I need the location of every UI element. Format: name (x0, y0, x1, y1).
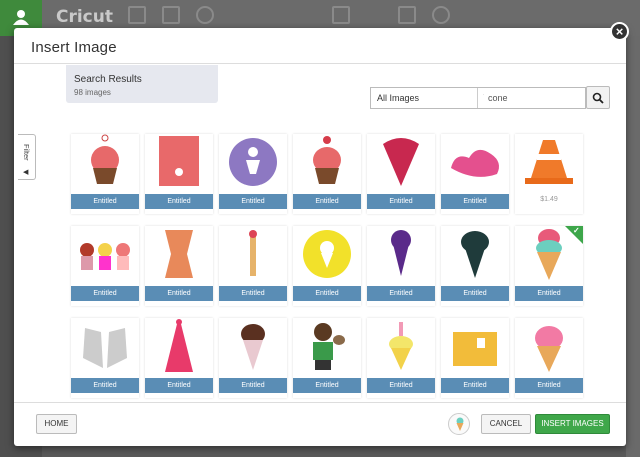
entitled-badge: Entitled (441, 194, 509, 209)
image-card[interactable]: Entitled (145, 134, 213, 214)
cancel-button[interactable]: CANCEL (481, 414, 531, 434)
home-button[interactable]: HOME (36, 414, 77, 434)
filter-tab-label: Filter (22, 144, 31, 161)
close-button[interactable]: × (610, 22, 629, 41)
color-icon[interactable] (432, 6, 450, 24)
ice-cream-chalkboard-icon (461, 231, 489, 278)
image-card[interactable]: Entitled (71, 226, 139, 306)
ice-cream-candle-icon (389, 322, 413, 370)
image-card[interactable]: Entitled (293, 134, 361, 214)
entitled-badge: Entitled (293, 378, 361, 393)
app-right-panel (626, 36, 640, 457)
entitled-badge: Entitled (219, 286, 287, 301)
checkmark-icon: ✓ (573, 226, 580, 235)
ice-cream-cupcake-red-icon (313, 136, 341, 184)
search-results-count: 98 images (74, 88, 111, 97)
image-card[interactable]: Entitled (293, 226, 361, 306)
pink-splash-icon (451, 149, 499, 177)
search-results-title: Search Results (74, 74, 142, 85)
image-card[interactable]: Entitled (441, 318, 509, 398)
undo-icon[interactable] (196, 6, 214, 24)
dialog-header: Insert Image (14, 28, 626, 64)
boy-with-ice-cream-icon (313, 323, 345, 370)
entitled-badge: Entitled (441, 378, 509, 393)
image-card[interactable]: Entitled (219, 134, 287, 214)
entitled-badge: Entitled (293, 286, 361, 301)
ice-cream-circle-yellow-icon (303, 230, 351, 278)
entitled-badge: Entitled (145, 194, 213, 209)
ice-cream-cone-brown-icon (241, 324, 265, 370)
entitled-badge: Entitled (515, 378, 583, 393)
layers-icon[interactable] (332, 6, 350, 24)
image-filter-select[interactable]: All Images ▼ (370, 87, 499, 109)
save-icon[interactable] (162, 6, 180, 24)
image-card[interactable]: Entitled (219, 226, 287, 306)
image-card[interactable]: Entitled (71, 134, 139, 214)
insert-images-button[interactable]: INSERT IMAGES (535, 414, 610, 434)
ice-cream-cone-crimson-icon (383, 138, 419, 186)
tassel-pink-icon (165, 319, 193, 372)
price-label: $1.49 (540, 196, 558, 203)
search-icon (592, 92, 604, 104)
entitled-badge: Entitled (71, 286, 139, 301)
entitled-badge: Entitled (367, 194, 435, 209)
entitled-badge: Entitled (71, 378, 139, 393)
image-card[interactable]: Entitled (367, 318, 435, 398)
search-input[interactable] (484, 87, 586, 109)
selected-image-thumbnail[interactable] (448, 413, 470, 435)
image-card[interactable]: Entitled ✓ (515, 226, 583, 306)
entitled-badge: Entitled (145, 378, 213, 393)
insert-image-dialog: Insert Image × Search Results 98 images … (14, 22, 629, 446)
image-card[interactable]: Entitled (219, 318, 287, 398)
ice-cream-pole-icon (249, 230, 257, 276)
box-yellow-icon (453, 332, 497, 366)
select-divider (477, 88, 478, 108)
entitled-badge: Entitled (145, 286, 213, 301)
image-card[interactable]: Entitled (367, 226, 435, 306)
search-results-summary: Search Results 98 images (66, 65, 218, 103)
entitled-badge: Entitled (293, 194, 361, 209)
image-card[interactable]: Entitled (367, 134, 435, 214)
hands-gray-icon (83, 328, 127, 368)
search-button[interactable] (586, 86, 610, 109)
dialog-title: Insert Image (31, 39, 117, 56)
image-card[interactable]: Entitled (71, 318, 139, 398)
image-card[interactable]: Entitled (515, 318, 583, 398)
entitled-badge: Entitled (367, 286, 435, 301)
image-card[interactable]: Entitled (441, 134, 509, 214)
chevron-left-icon: ◀ (23, 169, 29, 176)
image-card[interactable]: Entitled (293, 318, 361, 398)
ice-cream-cone-pink-icon (535, 326, 563, 372)
image-card[interactable]: Entitled (145, 318, 213, 398)
entitled-badge: Entitled (441, 286, 509, 301)
traffic-cone-icon (525, 140, 573, 184)
entitled-badge: Entitled (367, 378, 435, 393)
bow-ribbon-orange-icon (165, 230, 193, 278)
ice-cream-cone-purple-icon (391, 230, 411, 276)
image-card[interactable]: Entitled (145, 226, 213, 306)
ice-cream-cupcake-pink-icon (91, 134, 119, 184)
folder-icon[interactable] (128, 6, 146, 24)
app-logo: Cricut (56, 7, 113, 27)
entitled-badge: Entitled (71, 194, 139, 209)
ice-cream-tag-coral-icon (159, 136, 199, 186)
entitled-badge: Entitled (219, 378, 287, 393)
entitled-badge: Entitled (219, 194, 287, 209)
image-filter-value: All Images (377, 93, 420, 103)
ice-cream-circle-purple-icon (229, 138, 277, 186)
image-card[interactable]: Entitled (441, 226, 509, 306)
filter-tab[interactable]: Filter ◀ (18, 134, 36, 180)
image-grid: Entitled Entitled Entitled Entitled Entitled… (65, 120, 605, 400)
three-cupcakes-icon (80, 243, 130, 270)
image-card[interactable]: $1.49 (515, 134, 583, 214)
group-icon[interactable] (398, 6, 416, 24)
entitled-badge: Entitled (515, 286, 583, 301)
